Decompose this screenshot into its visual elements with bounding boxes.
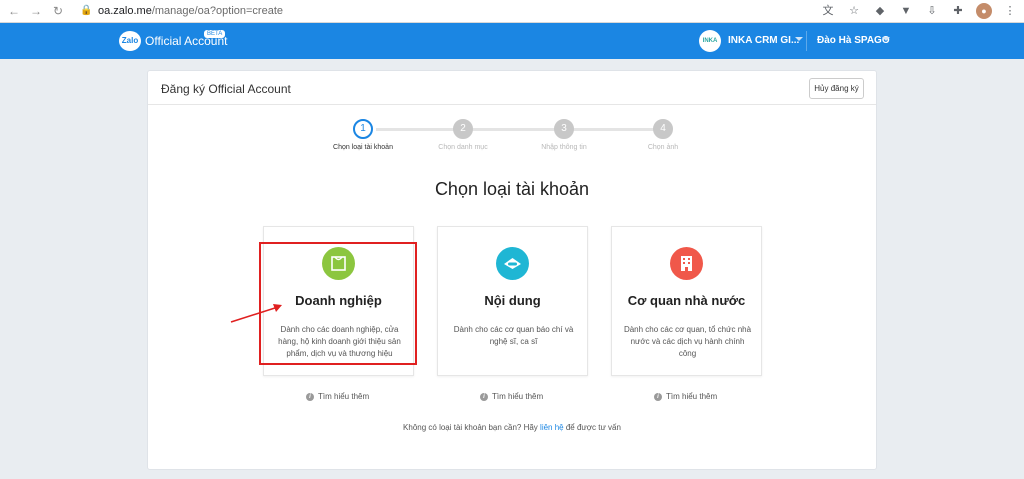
cancel-registration-button[interactable]: Hủy đăng ký <box>809 78 864 99</box>
menu-kebab-icon[interactable]: ⋮ <box>1002 3 1018 19</box>
content-icon <box>496 247 529 280</box>
step-4-label: Chọn ảnh <box>647 144 679 151</box>
profile-avatar-icon[interactable]: ● <box>976 3 992 19</box>
stepper-track <box>376 128 656 131</box>
step-3-label: Nhập thông tin <box>541 144 587 151</box>
step-3-indicator: 3 <box>554 119 574 139</box>
option-card-content[interactable]: Nội dung Dành cho các cơ quan báo chí và… <box>437 226 588 376</box>
option-title: Cơ quan nhà nước <box>627 293 746 308</box>
contact-note: Không có loại tài khoản bạn cần? Hãy liê… <box>148 423 876 432</box>
divider <box>148 104 876 105</box>
annotation-arrow-icon <box>230 304 282 323</box>
url-path: /manage/oa?option=create <box>151 5 283 17</box>
option-description: Dành cho các cơ quan báo chí và nghệ sĩ,… <box>453 325 574 346</box>
register-card: Đăng ký Official Account Hủy đăng ký 1 2… <box>147 70 877 470</box>
extension-arrow-icon[interactable]: ⇩ <box>924 3 940 19</box>
page-title: Đăng ký Official Account <box>161 82 291 96</box>
address-bar[interactable]: oa.zalo.me/manage/oa?option=create <box>98 5 283 17</box>
account-avatar[interactable]: INKA <box>699 30 721 52</box>
learn-more-label: Tìm hiểu thêm <box>318 392 370 401</box>
user-name[interactable]: Đào Hà SPAGO <box>817 35 890 46</box>
browser-toolbar: ← → ↻ 🔒 oa.zalo.me/manage/oa?option=crea… <box>0 0 1024 23</box>
contact-link[interactable]: liên hệ <box>540 423 564 432</box>
zalo-logo[interactable]: Zalo <box>119 31 141 51</box>
chevron-down-icon[interactable] <box>795 37 803 41</box>
step-2-indicator: 2 <box>453 119 473 139</box>
option-card-government[interactable]: Cơ quan nhà nước Dành cho các cơ quan, t… <box>611 226 762 376</box>
step-4-indicator: 4 <box>653 119 673 139</box>
back-icon[interactable]: ← <box>6 3 22 19</box>
learn-more-label: Tìm hiểu thêm <box>492 392 544 401</box>
info-icon: i <box>306 392 314 401</box>
info-icon: i <box>654 392 662 401</box>
learn-more-link[interactable]: i Tìm hiểu thêm <box>480 392 543 401</box>
star-icon[interactable]: ☆ <box>846 3 862 19</box>
url-host: oa.zalo.me <box>98 5 152 17</box>
learn-more-link[interactable]: i Tìm hiểu thêm <box>306 392 369 401</box>
account-name[interactable]: INKA CRM GI... <box>728 35 799 46</box>
extension-shield-icon[interactable]: ◆ <box>872 3 888 19</box>
learn-more-link[interactable]: i Tìm hiểu thêm <box>654 392 717 401</box>
translate-icon[interactable]: 文 <box>820 3 836 19</box>
lock-icon[interactable]: 🔒 <box>80 5 92 17</box>
header-divider <box>806 31 807 51</box>
info-icon: i <box>480 392 488 401</box>
contact-note-prefix: Không có loại tài khoản bạn cần? Hãy <box>403 423 538 432</box>
option-title: Nội dung <box>484 293 541 308</box>
step-1-indicator: 1 <box>353 119 373 139</box>
step-2-label: Chọn danh mục <box>438 144 488 151</box>
extension-v-icon[interactable]: ▼ <box>898 3 914 19</box>
reload-icon[interactable]: ↻ <box>50 3 66 19</box>
forward-icon[interactable]: → <box>28 3 44 19</box>
section-heading: Chọn loại tài khoản <box>434 179 590 199</box>
learn-more-label: Tìm hiểu thêm <box>666 392 718 401</box>
building-icon <box>670 247 703 280</box>
beta-badge: BETA <box>204 30 226 38</box>
chevron-down-icon[interactable] <box>882 37 890 41</box>
puzzle-icon[interactable]: ✚ <box>950 3 966 19</box>
option-description: Dành cho các cơ quan, tổ chức nhà nước v… <box>623 325 752 358</box>
step-1-label: Chọn loại tài khoản <box>333 144 393 151</box>
app-header: Zalo Official Account BETA INKA INKA CRM… <box>0 23 1024 59</box>
contact-note-suffix: để được tư vấn <box>565 423 621 432</box>
